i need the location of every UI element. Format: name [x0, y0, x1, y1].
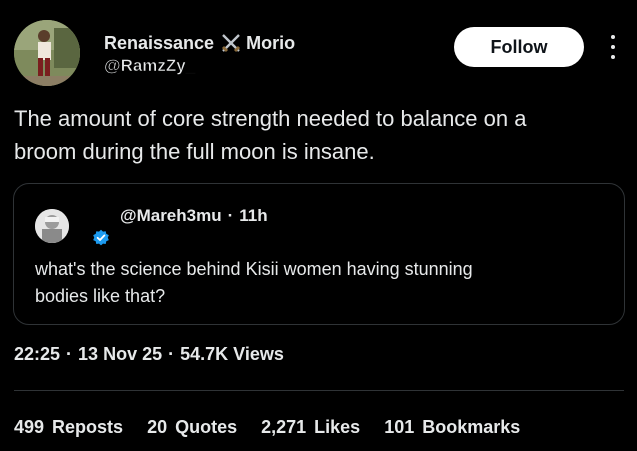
quoted-tweet-text: what's the science behind Kisii women ha… — [35, 256, 595, 310]
bookmarks-label: Bookmarks — [422, 417, 521, 437]
author-handle[interactable]: @RamzZy_ — [104, 56, 196, 76]
bookmarks-stat[interactable]: 101 Bookmarks — [384, 417, 520, 438]
more-dot — [611, 35, 615, 39]
likes-stat[interactable]: 2,271 Likes — [261, 417, 360, 438]
quoted-author-avatar[interactable] — [35, 209, 69, 243]
quotes-label: Quotes — [175, 417, 238, 437]
divider — [14, 390, 624, 391]
author-display-name[interactable]: Renaissance Morio — [104, 32, 295, 54]
verified-badge-icon — [92, 229, 110, 247]
quoted-tweet-line: bodies like that? — [35, 286, 166, 306]
author-avatar[interactable] — [14, 20, 80, 86]
reposts-count: 499 — [14, 417, 45, 437]
display-name-part1: Renaissance — [104, 32, 215, 53]
follow-button[interactable]: Follow — [454, 27, 584, 67]
tweet-text: The amount of core strength needed to ba… — [14, 102, 624, 168]
separator-dot: · — [168, 344, 175, 364]
tweet-time[interactable]: 22:25 — [14, 344, 60, 365]
engagement-stats: 499 Reposts 20 Quotes 2,271 Likes 101 Bo… — [14, 417, 520, 438]
separator-dot: · — [66, 344, 73, 364]
quotes-count: 20 — [147, 417, 168, 437]
tweet-line: broom during the full moon is insane. — [14, 139, 375, 164]
likes-count: 2,271 — [261, 417, 307, 437]
display-name-part2: Morio — [246, 32, 296, 53]
more-options-icon[interactable] — [604, 32, 622, 62]
likes-label: Likes — [314, 417, 361, 437]
separator-dot: · — [227, 206, 234, 225]
tweet-meta: 22:25 · 13 Nov 25 · 54.7K Views — [14, 344, 284, 365]
quotes-stat[interactable]: 20 Quotes — [147, 417, 237, 438]
reposts-stat[interactable]: 499 Reposts — [14, 417, 123, 438]
quoted-author-handle[interactable]: @Mareh3mu — [120, 206, 222, 226]
more-dot — [611, 55, 615, 59]
tweet-line: The amount of core strength needed to ba… — [14, 106, 527, 131]
more-dot — [611, 45, 615, 49]
crossed-swords-icon — [220, 32, 242, 54]
tweet-date[interactable]: 13 Nov 25 — [78, 344, 162, 365]
reposts-label: Reposts — [52, 417, 124, 437]
quoted-author-line: @Mareh3mu · 11h — [120, 206, 268, 226]
bookmarks-count: 101 — [384, 417, 415, 437]
quoted-timestamp[interactable]: 11h — [239, 206, 267, 226]
tweet-views[interactable]: 54.7K Views — [180, 344, 284, 365]
quoted-tweet-line: what's the science behind Kisii women ha… — [35, 259, 473, 279]
